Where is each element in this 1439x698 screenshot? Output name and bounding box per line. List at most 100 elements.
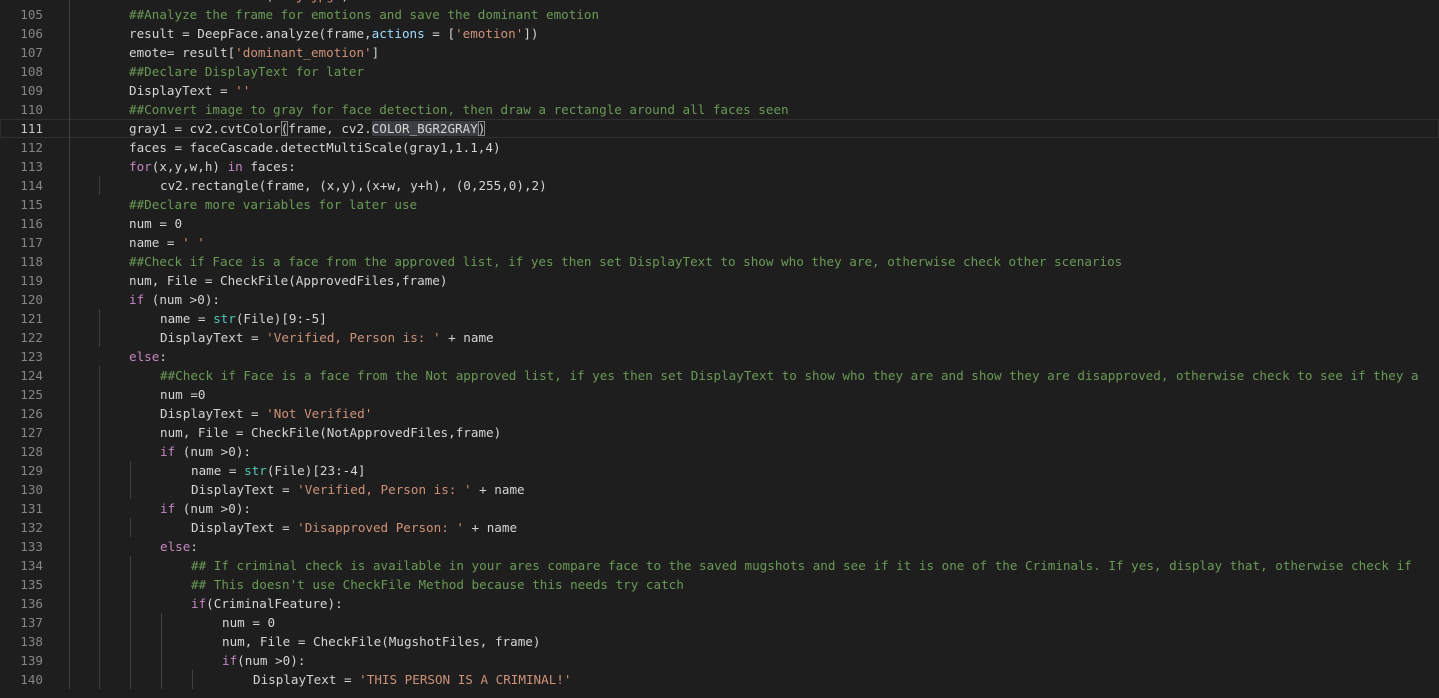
code-text[interactable]: if (num >0):: [160, 442, 251, 461]
code-token: num, File = CheckFile(MugshotFiles, fram…: [222, 634, 541, 649]
code-text[interactable]: ##Check if Face is a face from the Not a…: [160, 366, 1419, 385]
code-text[interactable]: if(CriminalFeature):: [191, 594, 343, 613]
line-number: 113: [20, 159, 43, 174]
code-line[interactable]: 134 ## If criminal check is available in …: [0, 556, 1439, 575]
code-line[interactable]: 122 DisplayText = 'Verified, Person is: '…: [0, 328, 1439, 347]
code-line[interactable]: 140 DisplayText = 'THIS PERSON IS A CRIMI…: [0, 670, 1439, 689]
indent-guide: [99, 328, 100, 347]
code-text[interactable]: result = DeepFace.analyze(frame,actions …: [129, 24, 538, 43]
code-text[interactable]: else:: [160, 537, 198, 556]
code-line[interactable]: 105 ##Analyze the frame for emotions and …: [0, 5, 1439, 24]
code-line[interactable]: 133 else:: [0, 537, 1439, 556]
code-line[interactable]: 119 num, File = CheckFile(ApprovedFiles,f…: [0, 271, 1439, 290]
code-text[interactable]: ##Convert image to gray for face detecti…: [129, 100, 789, 119]
indent-guide: [130, 575, 131, 594]
code-text[interactable]: emote= result['dominant_emotion']: [129, 43, 379, 62]
code-text[interactable]: ## If criminal check is available in you…: [191, 556, 1412, 575]
code-line[interactable]: 129 name = str(File)[23:-4]: [0, 461, 1439, 480]
code-line[interactable]: 120 if (num >0):: [0, 290, 1439, 309]
code-lines[interactable]: 104frame = cv2.imread('raj.jpg')105##Ana…: [0, 0, 1439, 689]
indent-guide: [69, 290, 70, 309]
code-token: 'Verified, Person is: ': [297, 482, 472, 497]
code-token: for: [129, 159, 152, 174]
code-line[interactable]: 111 gray1 = cv2.cvtColor(frame, cv2.COLOR…: [0, 119, 1439, 138]
code-token: ' ': [182, 235, 205, 250]
indent-guide: [69, 423, 70, 442]
code-line[interactable]: 114 cv2.rectangle(frame, (x,y),(x+w, y+h)…: [0, 176, 1439, 195]
code-line[interactable]: 121 name = str(File)[9:-5]: [0, 309, 1439, 328]
code-text[interactable]: DisplayText = 'Verified, Person is: ' + …: [160, 328, 494, 347]
code-text[interactable]: else:: [129, 347, 167, 366]
line-number: 126: [20, 406, 43, 421]
code-line[interactable]: 131 if (num >0):: [0, 499, 1439, 518]
line-number: 135: [20, 577, 43, 592]
code-text[interactable]: ##Declare more variables for later use: [129, 195, 417, 214]
code-text[interactable]: if (num >0):: [129, 290, 220, 309]
code-line[interactable]: 110 ##Convert image to gray for face dete…: [0, 100, 1439, 119]
code-editor[interactable]: 104frame = cv2.imread('raj.jpg')105##Ana…: [0, 0, 1439, 698]
line-number: 117: [20, 235, 43, 250]
code-line[interactable]: 116 num = 0: [0, 214, 1439, 233]
code-token: frame, cv2.: [288, 121, 372, 136]
code-line[interactable]: 109 DisplayText = '': [0, 81, 1439, 100]
code-text[interactable]: ##Declare DisplayText for later: [129, 62, 364, 81]
code-text[interactable]: ##Check if Face is a face from the appro…: [129, 252, 1122, 271]
code-token: 'dominant_emotion': [235, 45, 372, 60]
code-line[interactable]: 132 DisplayText = 'Disapproved Person: ' …: [0, 518, 1439, 537]
code-line[interactable]: 136 if(CriminalFeature):: [0, 594, 1439, 613]
code-text[interactable]: cv2.rectangle(frame, (x,y),(x+w, y+h), (…: [160, 176, 547, 195]
indent-guide: [69, 214, 70, 233]
code-token: ##Declare more variables for later use: [129, 197, 418, 212]
code-line[interactable]: 124 ##Check if Face is a face from the No…: [0, 366, 1439, 385]
code-text[interactable]: ##Analyze the frame for emotions and sav…: [129, 5, 599, 24]
code-line[interactable]: 107 emote= result['dominant_emotion']: [0, 43, 1439, 62]
code-line[interactable]: 128 if (num >0):: [0, 442, 1439, 461]
code-text[interactable]: ## This doesn't use CheckFile Method bec…: [191, 575, 684, 594]
code-text[interactable]: num, File = CheckFile(ApprovedFiles,fram…: [129, 271, 447, 290]
code-token: ]): [523, 26, 539, 41]
code-text[interactable]: DisplayText = 'Disapproved Person: ' + n…: [191, 518, 517, 537]
line-number: 119: [20, 273, 43, 288]
code-line[interactable]: 112 faces = faceCascade.detectMultiScale(…: [0, 138, 1439, 157]
code-text[interactable]: DisplayText = '': [129, 81, 250, 100]
code-line[interactable]: 130 DisplayText = 'Verified, Person is: '…: [0, 480, 1439, 499]
line-number: 109: [20, 83, 43, 98]
indent-guide: [130, 518, 131, 537]
code-token: DisplayText =: [129, 83, 236, 98]
code-text[interactable]: DisplayText = 'Verified, Person is: ' + …: [191, 480, 525, 499]
code-line[interactable]: 123 else:: [0, 347, 1439, 366]
code-line[interactable]: 117 name = ' ': [0, 233, 1439, 252]
code-text[interactable]: if (num >0):: [160, 499, 251, 518]
code-text[interactable]: gray1 = cv2.cvtColor(frame, cv2.COLOR_BG…: [129, 119, 486, 138]
code-text[interactable]: num = 0: [129, 214, 182, 233]
indent-guide: [99, 442, 100, 461]
code-text[interactable]: num = 0: [222, 613, 275, 632]
indent-guide: [99, 461, 100, 480]
code-text[interactable]: DisplayText = 'THIS PERSON IS A CRIMINAL…: [253, 670, 571, 689]
code-line[interactable]: 138 num, File = CheckFile(MugshotFiles, f…: [0, 632, 1439, 651]
code-text[interactable]: for(x,y,w,h) in faces:: [129, 157, 296, 176]
code-text[interactable]: num, File = CheckFile(MugshotFiles, fram…: [222, 632, 540, 651]
code-line[interactable]: 127 num, File = CheckFile(NotApprovedFile…: [0, 423, 1439, 442]
code-line[interactable]: 125 num =0: [0, 385, 1439, 404]
code-line[interactable]: 135 ## This doesn't use CheckFile Method …: [0, 575, 1439, 594]
code-line[interactable]: 139 if(num >0):: [0, 651, 1439, 670]
code-line[interactable]: 113 for(x,y,w,h) in faces:: [0, 157, 1439, 176]
code-line[interactable]: 108 ##Declare DisplayText for later: [0, 62, 1439, 81]
code-line[interactable]: 115 ##Declare more variables for later us…: [0, 195, 1439, 214]
code-text[interactable]: name = str(File)[9:-5]: [160, 309, 327, 328]
code-text[interactable]: name = ' ': [129, 233, 205, 252]
code-text[interactable]: if(num >0):: [222, 651, 305, 670]
code-line[interactable]: 106 result = DeepFace.analyze(frame,actio…: [0, 24, 1439, 43]
code-text[interactable]: faces = faceCascade.detectMultiScale(gra…: [129, 138, 501, 157]
code-line[interactable]: 137 num = 0: [0, 613, 1439, 632]
code-text[interactable]: num, File = CheckFile(NotApprovedFiles,f…: [160, 423, 501, 442]
code-line[interactable]: 118 ##Check if Face is a face from the ap…: [0, 252, 1439, 271]
code-text[interactable]: name = str(File)[23:-4]: [191, 461, 365, 480]
indent-guide: [69, 81, 70, 100]
indent-guide: [99, 423, 100, 442]
code-line[interactable]: 126 DisplayText = 'Not Verified': [0, 404, 1439, 423]
code-token: frame = cv2.imread(: [129, 0, 273, 3]
code-text[interactable]: DisplayText = 'Not Verified': [160, 404, 372, 423]
code-text[interactable]: num =0: [160, 385, 206, 404]
